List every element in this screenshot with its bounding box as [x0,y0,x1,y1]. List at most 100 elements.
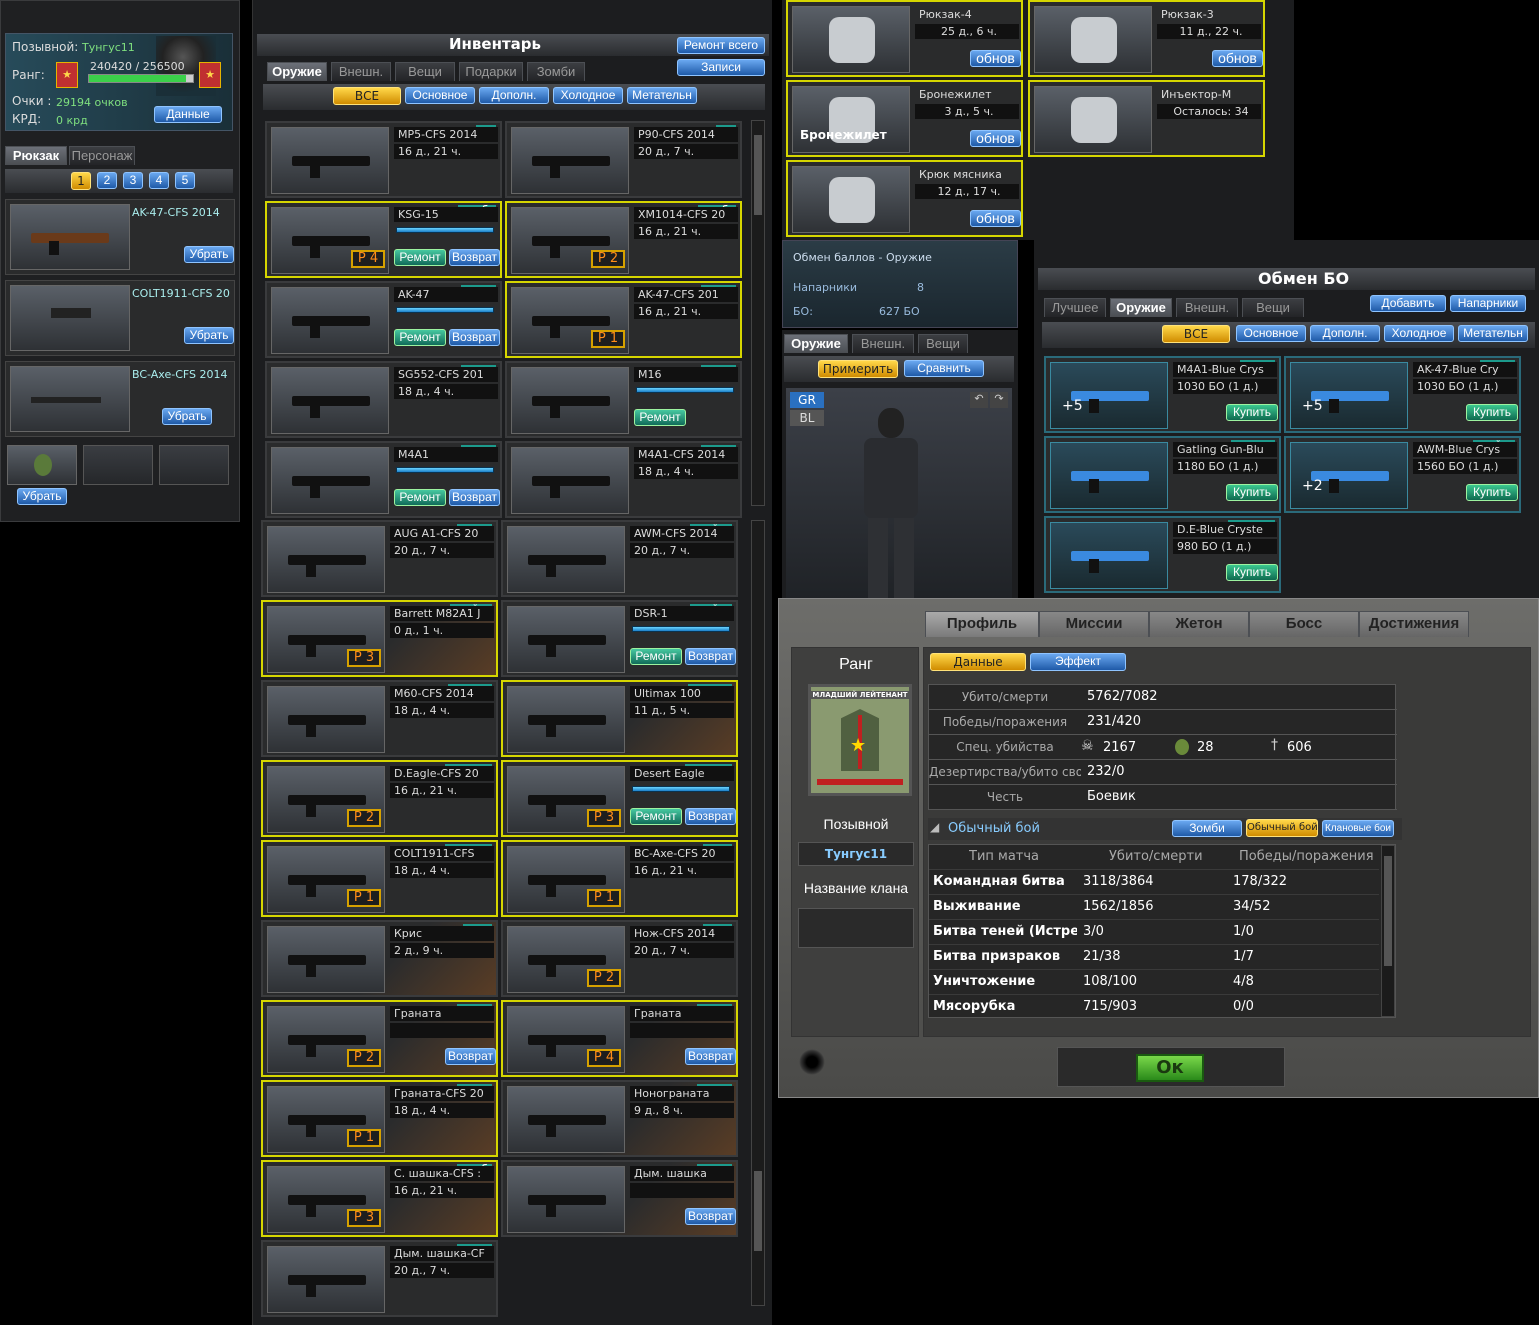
buy-button[interactable]: Купить [1226,404,1278,421]
inventory-item-card[interactable]: снайп.DSR-1РемонтВозврат [501,600,738,677]
repair-button[interactable]: Ремонт [394,489,446,506]
remove-button[interactable]: Убрать [184,327,234,344]
inventory-scrollbar-2[interactable] [751,520,765,1306]
remove-button[interactable]: Убрать [184,246,234,263]
inventory-item-card[interactable]: винт.AK-47РемонтВозврат [265,281,502,358]
backpack-slot[interactable]: AK-47-CFS 2014 Убрать [5,199,235,275]
inventory-item-card[interactable]: винт.M16Ремонт [505,361,742,438]
repair-button[interactable]: Ремонт [634,409,686,426]
return-button[interactable]: Возврат [685,808,736,825]
empty-slot[interactable] [159,445,229,485]
inventory-item-card[interactable]: пулем.Ultimax 10011 д., 5 ч. [501,680,738,757]
inventory-item-card[interactable]: ножBC-Axe-CFS 2016 д., 21 ч.P 1 [501,840,738,917]
inventory-item-card[interactable]: пистол.Desert EagleP 3РемонтВозврат [501,760,738,837]
inventory-item-card[interactable]: ппMP5-CFS 201416 д., 21 ч. [265,121,502,198]
return-button[interactable]: Возврат [449,249,500,266]
subtab-data[interactable]: Данные [930,653,1026,671]
try-on-button[interactable]: Примерить [818,360,898,378]
rotate-right-icon[interactable]: ↷ [990,392,1008,408]
data-button[interactable]: Данные [154,106,222,123]
mode-normal-button[interactable]: Обычный бой [1246,819,1318,837]
exchange-item-card[interactable]: пистол.D.E-Blue Cryste980 БО (1 д.)Купит… [1044,516,1281,593]
filter-primary[interactable]: Основное [405,87,475,104]
tab-backpack[interactable]: Рюкзак [5,146,67,165]
bo-filter-secondary[interactable]: Дополн. [1310,325,1380,342]
return-button[interactable]: Возврат [445,1048,496,1065]
compare-button[interactable]: Сравнить [904,360,984,377]
page-1-button[interactable]: 1 [71,172,91,190]
filter-melee[interactable]: Холодное [553,87,623,104]
bo-filter-all[interactable]: ВСЕ [1162,325,1230,343]
inventory-item-card[interactable]: снайп.Barrett M82A1 J0 д., 1 ч.P 3 [261,600,498,677]
tab-profile[interactable]: Профиль [925,611,1039,637]
inventory-item-card[interactable]: винт.SG552-CFS 20118 д., 4 ч. [265,361,502,438]
item-card[interactable]: Рюкзак-3 11 д., 22 ч. обнов [1028,0,1265,77]
tab-appearance[interactable]: Внешн. [331,62,391,81]
inventory-scrollbar[interactable] [751,120,765,506]
update-button[interactable]: обнов [970,210,1021,227]
records-button[interactable]: Записи [677,59,765,76]
tab-achievements[interactable]: Достижения [1359,611,1469,637]
buy-button[interactable]: Купить [1226,564,1278,581]
item-card[interactable]: Крюк мясника 12 д., 17 ч. обнов [786,160,1023,237]
return-button[interactable]: Возврат [685,1048,736,1065]
tab-zombie[interactable]: Зомби [527,62,585,81]
rotate-left-icon[interactable]: ↶ [970,392,988,408]
inventory-item-card[interactable]: ножНож-CFS 201420 д., 7 ч.P 2 [501,920,738,997]
mode-zombie-button[interactable]: Зомби [1172,820,1242,837]
return-button[interactable]: Возврат [685,1208,736,1225]
tab-character[interactable]: Персонаж [69,146,135,165]
tab-missions[interactable]: Миссии [1039,611,1149,637]
inventory-item-card[interactable]: снайп.AWM-CFS 201420 д., 7 ч. [501,520,738,597]
page-5-button[interactable]: 5 [175,172,195,189]
inventory-item-card[interactable]: тип вДым. шашка-CF20 д., 7 ч. [261,1240,498,1317]
repair-button[interactable]: Ремонт [394,329,446,346]
inventory-item-card[interactable]: тип вДым. шашкаВозврат [501,1160,738,1237]
repair-button[interactable]: Ремонт [630,808,682,825]
tab-best[interactable]: Лучшее [1044,298,1106,317]
page-3-button[interactable]: 3 [123,172,143,189]
tab-gifts[interactable]: Подарки [459,62,523,81]
remove-grenade-button[interactable]: Убрать [17,488,67,505]
inventory-item-card[interactable]: тип аГраната-CFS 2018 д., 4 ч.P 1 [261,1080,498,1157]
inventory-item-card[interactable]: дроб.XM1014-CFS 2016 д., 21 ч.P 2 [505,201,742,278]
bo-filter-melee[interactable]: Холодное [1384,325,1454,342]
tab-preview-weapons[interactable]: Оружие [784,334,848,353]
inventory-item-card[interactable]: тип аГранатаP 4Возврат [501,1000,738,1077]
update-button[interactable]: обнов [970,130,1021,147]
tab-token[interactable]: Жетон [1149,611,1249,637]
repair-button[interactable]: Ремонт [630,648,682,665]
page-4-button[interactable]: 4 [149,172,169,189]
update-button[interactable]: обнов [1212,50,1263,67]
tab-bo-appearance[interactable]: Внешн. [1176,298,1238,317]
tab-bo-items[interactable]: Вещи [1242,298,1304,317]
match-scrollbar[interactable] [1381,845,1395,1017]
inventory-item-card[interactable]: винт.M4A1-CFS 201418 д., 4 ч. [505,441,742,518]
tab-bo-weapons[interactable]: Оружие [1110,298,1172,317]
item-card[interactable]: Рюкзак-4 25 д., 6 ч. обнов [786,0,1023,77]
repair-button[interactable]: Ремонт [394,249,446,266]
page-2-button[interactable]: 2 [97,172,117,189]
tab-preview-items[interactable]: Вещи [918,334,968,353]
inventory-item-card[interactable]: винт.M4A1РемонтВозврат [265,441,502,518]
subtab-effect[interactable]: Эффект [1030,653,1126,671]
backpack-slot[interactable]: COLT1911-CFS 20 Убрать [5,280,235,356]
inventory-item-card[interactable]: тип бС. шашка-CFS :16 д., 21 ч.P 3 [261,1160,498,1237]
grenade-slot[interactable] [7,445,77,485]
inventory-item-card[interactable]: ножКрис2 д., 9 ч. [261,920,498,997]
bo-filter-throwing[interactable]: Метательн [1458,325,1528,342]
ok-button[interactable]: Ок [1136,1054,1204,1082]
exchange-item-card[interactable]: винт.M4A1-Blue Crys1030 БО (1 д.)+5Купит… [1044,356,1281,433]
filter-secondary[interactable]: Дополн. [479,87,549,104]
inventory-item-card[interactable]: дроб.KSG-15P 4РемонтВозврат [265,201,502,278]
buy-button[interactable]: Купить [1226,484,1278,501]
inventory-item-card[interactable]: пулем.M60-CFS 201418 д., 4 ч. [261,680,498,757]
inventory-item-card[interactable]: ппP90-CFS 201420 д., 7 ч. [505,121,742,198]
team-bl-button[interactable]: BL [790,410,824,426]
tab-weapons[interactable]: Оружие [267,62,327,81]
return-button[interactable]: Возврат [449,329,500,346]
team-gr-button[interactable]: GR [790,392,824,408]
partners-button[interactable]: Напарники [1450,295,1526,312]
bo-filter-primary[interactable]: Основное [1236,325,1306,342]
update-button[interactable]: обнов [970,50,1021,67]
